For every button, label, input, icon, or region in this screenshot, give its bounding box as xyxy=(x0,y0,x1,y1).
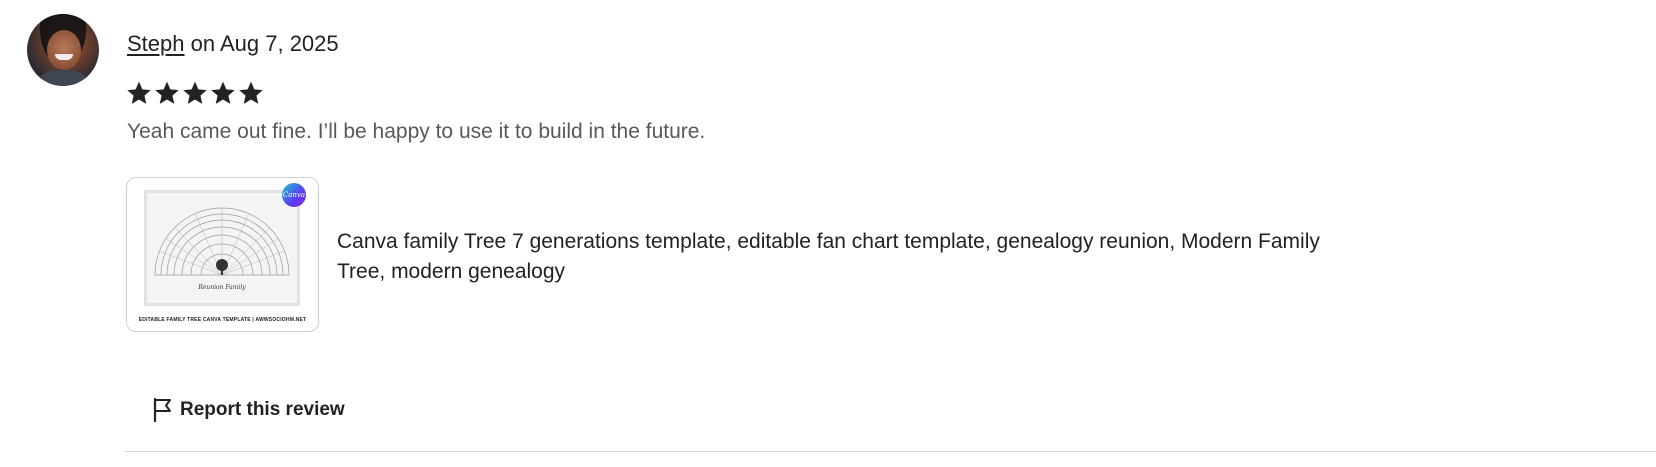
fan-chart-image: Reunion Family xyxy=(154,207,290,291)
avatar-face xyxy=(47,30,81,70)
report-review-button[interactable]: Report this review xyxy=(152,397,345,423)
reviewer-avatar[interactable] xyxy=(27,14,99,86)
star-rating xyxy=(126,80,264,106)
star-icon xyxy=(154,80,180,106)
listing-title-link[interactable]: Canva family Tree 7 generations template… xyxy=(337,227,1337,287)
review-date: on Aug 7, 2025 xyxy=(184,31,339,56)
listing-thumbnail[interactable]: Reunion Family Canva EDITABLE FAMILY TRE… xyxy=(126,177,319,332)
star-icon xyxy=(182,80,208,106)
review-divider xyxy=(125,451,1656,452)
fan-chart-frame: Reunion Family xyxy=(144,190,300,306)
review-meta: Steph on Aug 7, 2025 xyxy=(127,30,339,58)
canva-badge-icon: Canva xyxy=(282,183,306,207)
star-icon xyxy=(210,80,236,106)
star-icon xyxy=(126,80,152,106)
reviewer-name-link[interactable]: Steph xyxy=(127,31,185,56)
thumbnail-family-text: Reunion Family xyxy=(197,284,246,291)
flag-icon xyxy=(153,397,171,423)
reviewed-listing: Reunion Family Canva EDITABLE FAMILY TRE… xyxy=(126,177,1426,332)
report-review-label: Report this review xyxy=(180,399,345,420)
review-text: Yeah came out fine. I’ll be happy to use… xyxy=(127,120,706,143)
star-icon xyxy=(238,80,264,106)
thumbnail-caption: EDITABLE FAMILY TREE CANVA TEMPLATE | AW… xyxy=(138,317,307,323)
review-card: Steph on Aug 7, 2025 Yeah came out fine.… xyxy=(0,0,1656,467)
